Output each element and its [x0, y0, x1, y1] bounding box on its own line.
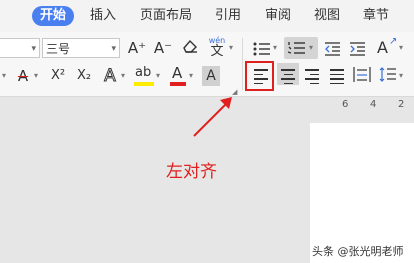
- numbered-list-button[interactable]: ▾: [284, 37, 318, 59]
- distributed-align-icon[interactable]: [353, 67, 371, 87]
- superscript-icon[interactable]: X²: [46, 66, 70, 86]
- grow-font-icon[interactable]: A⁺: [126, 38, 148, 58]
- ruler-tick: 4: [370, 99, 377, 110]
- numbered-list-icon: [288, 42, 305, 54]
- tab-home[interactable]: 开始: [32, 6, 75, 26]
- increase-indent-icon[interactable]: [350, 41, 366, 60]
- bullet-list-icon[interactable]: [253, 41, 271, 60]
- arrow-icon: ↗: [389, 36, 398, 47]
- shrink-font-icon[interactable]: A⁻: [152, 38, 174, 58]
- divider: [242, 38, 243, 90]
- font-color-icon[interactable]: A: [170, 64, 188, 87]
- chevron-down-icon[interactable]: ▾: [399, 66, 403, 86]
- eraser-glyph: [183, 39, 197, 53]
- font-size-select[interactable]: 三号 ▾: [42, 38, 120, 58]
- ruler-tick: 2: [398, 99, 405, 110]
- justify-icon[interactable]: [330, 69, 344, 87]
- tab-review[interactable]: 审阅: [265, 6, 291, 26]
- highlight-icon[interactable]: ab: [134, 65, 156, 87]
- text-direction-glyph: A: [377, 38, 388, 57]
- font-size-value: 三号: [46, 42, 71, 56]
- decrease-indent-icon[interactable]: [325, 41, 341, 60]
- highlight-glyph: ab: [135, 65, 152, 80]
- highlight-color-bar: [134, 82, 154, 86]
- eraser-icon[interactable]: [180, 38, 200, 58]
- align-right-icon[interactable]: [305, 69, 319, 87]
- chevron-down-icon[interactable]: ▾: [399, 38, 403, 58]
- tab-insert[interactable]: 插入: [90, 6, 116, 26]
- chevron-down-icon[interactable]: ▾: [156, 66, 160, 86]
- font-color-glyph: A: [172, 64, 183, 82]
- text-effect-icon[interactable]: A: [100, 66, 120, 87]
- chevron-down-icon[interactable]: ▾: [273, 38, 277, 58]
- chevron-down-icon[interactable]: ▾: [121, 66, 125, 86]
- ribbon-toolbar: ▾ 三号 ▾ A⁺ A⁻ wén 文 ▾ ▾ ▾ A ↗ ▾ ▾ A ▾ X² …: [0, 32, 414, 97]
- chevron-down-icon[interactable]: ▾: [2, 66, 6, 86]
- watermark: 头条 @张光明老师: [312, 245, 404, 258]
- tab-view[interactable]: 视图: [314, 6, 340, 26]
- chevron-down-icon[interactable]: ▾: [34, 66, 38, 86]
- align-center-button[interactable]: [277, 63, 299, 85]
- annotation-label: 左对齐: [166, 162, 217, 182]
- chevron-down-icon: ▾: [111, 44, 116, 54]
- chevron-down-icon: ▾: [309, 43, 314, 52]
- phonetic-guide-char: 文: [210, 44, 224, 59]
- ribbon-tab-bar: 开始 插入 页面布局 引用 审阅 视图 章节: [0, 0, 414, 32]
- subscript-icon[interactable]: X₂: [72, 66, 96, 86]
- tab-page-layout[interactable]: 页面布局: [140, 6, 192, 26]
- text-direction-icon[interactable]: A ↗: [377, 36, 399, 58]
- phonetic-guide-icon[interactable]: wén 文: [206, 36, 228, 59]
- font-name-select[interactable]: ▾: [0, 38, 40, 58]
- chevron-down-icon[interactable]: ▾: [229, 38, 233, 58]
- line-spacing-icon[interactable]: [379, 67, 397, 87]
- tab-chapter[interactable]: 章节: [363, 6, 389, 26]
- highlight-box: [245, 61, 274, 91]
- ruler-tick: 6: [342, 99, 349, 110]
- tab-references[interactable]: 引用: [215, 6, 241, 26]
- chevron-down-icon[interactable]: ▾: [189, 66, 193, 86]
- chevron-down-icon: ▾: [31, 44, 36, 54]
- align-center-icon: [281, 69, 295, 87]
- annotation-arrow-icon: [193, 97, 232, 137]
- strikethrough-icon[interactable]: A: [14, 66, 32, 86]
- character-shading-icon[interactable]: A: [202, 66, 220, 86]
- document-page[interactable]: [310, 123, 414, 263]
- font-color-bar: [170, 82, 186, 86]
